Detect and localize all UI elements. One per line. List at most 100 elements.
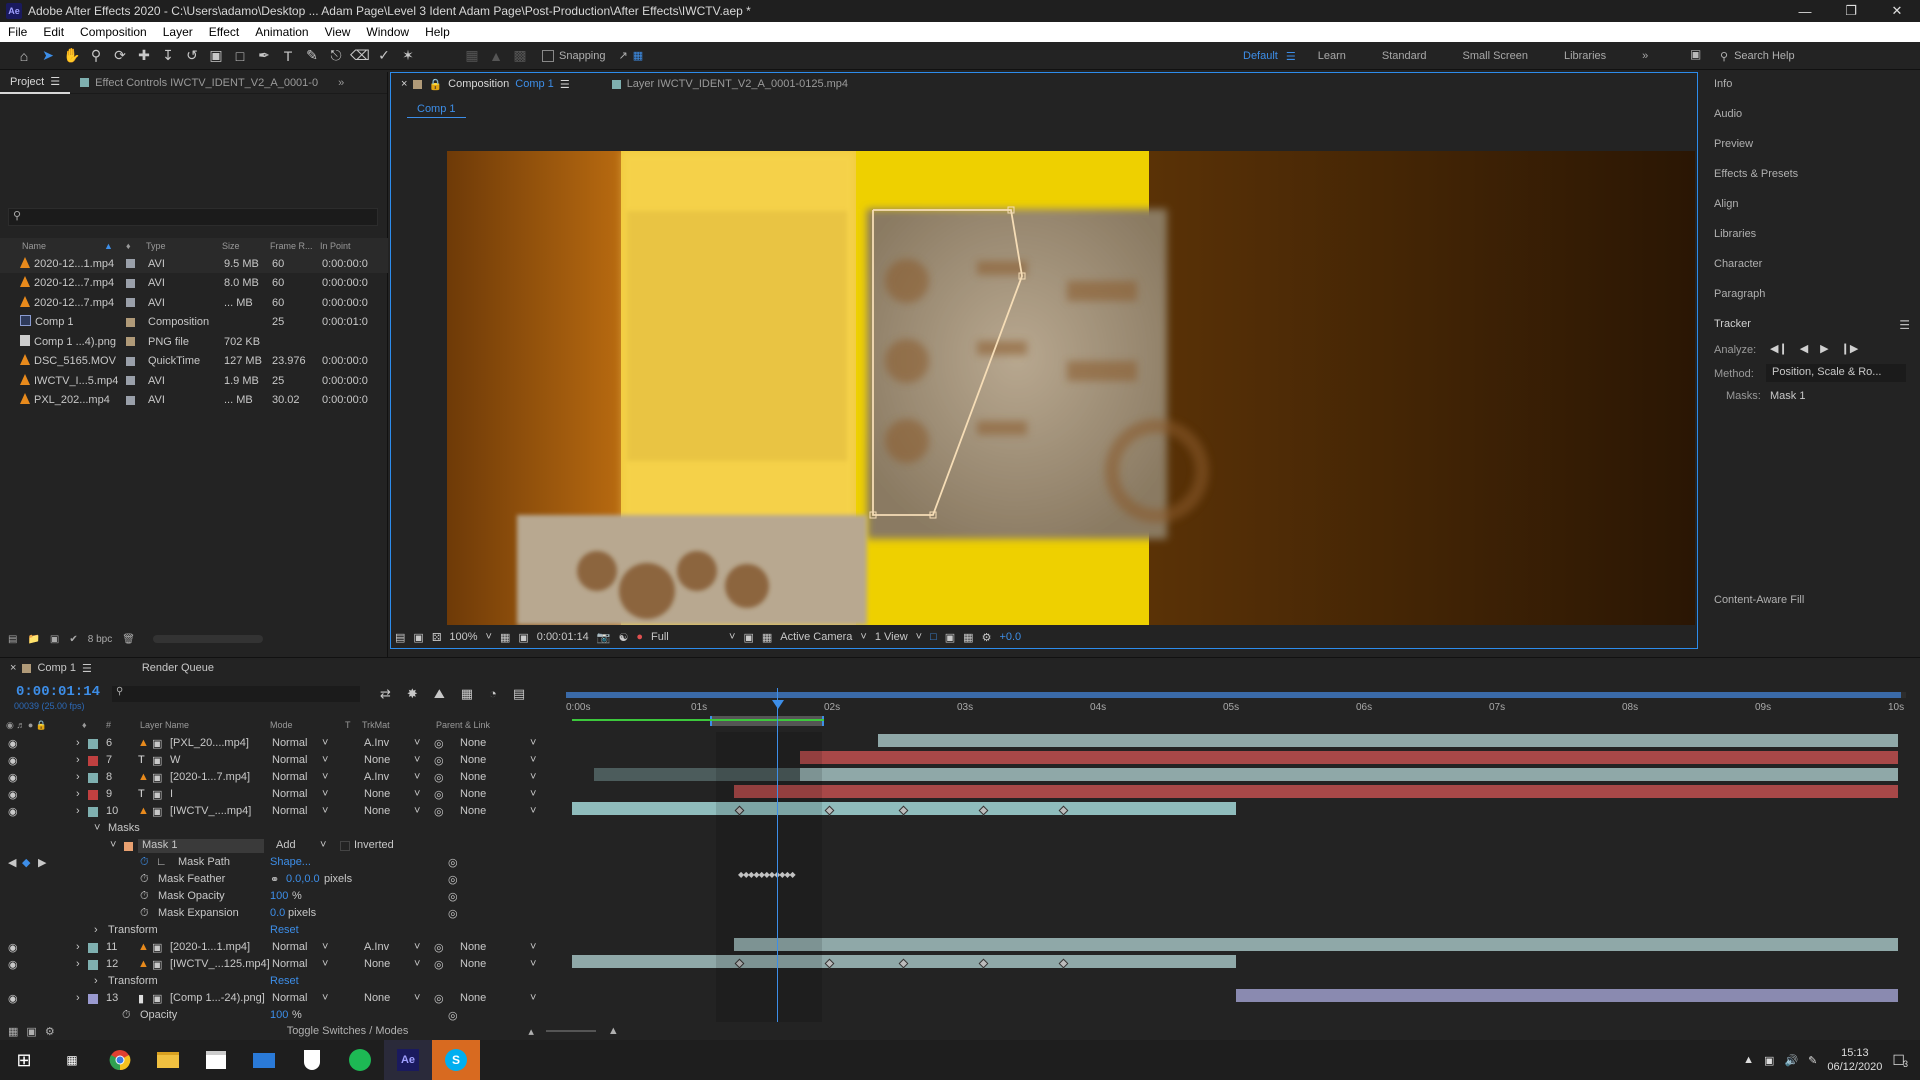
layer-row[interactable]: ◉ › 11 ▲ ▣ [2020-1...1.mp4] Normal ˅ A.Inv ˅ ◎ None…: [0, 940, 565, 957]
current-time-display[interactable]: 0:00:01:14: [537, 631, 589, 643]
parent-dropdown[interactable]: None: [460, 941, 486, 953]
chevron-right-icon[interactable]: ›: [76, 771, 80, 783]
layer-bar-9[interactable]: [734, 785, 1898, 798]
masks-value[interactable]: Mask 1: [1770, 390, 1805, 402]
pick-whip-icon[interactable]: ◎: [448, 907, 458, 920]
mask-path-row[interactable]: ◀ ◆ ▶ ⏱ ∟ Mask Path Shape... ◎: [0, 855, 565, 872]
zoom-in-icon[interactable]: ▲: [608, 1025, 619, 1037]
content-aware-fill-panel[interactable]: Content-Aware Fill: [1714, 594, 1804, 606]
panel-menu-icon[interactable]: ☰: [1899, 318, 1910, 332]
frame-blend-icon[interactable]: ▣: [152, 771, 162, 784]
frame-blend-icon[interactable]: ▣: [152, 788, 162, 801]
transparency-grid-icon[interactable]: ▣: [518, 631, 528, 644]
camera-dropdown[interactable]: Active Camera: [780, 631, 852, 643]
pick-whip-icon[interactable]: ◎: [434, 992, 444, 1005]
tab-project[interactable]: Project ☰: [0, 72, 71, 94]
region-of-interest-icon[interactable]: ▦: [500, 631, 510, 644]
tab-effect-controls[interactable]: Effect Controls IWCTV_IDENT_V2_A_0001-0: [70, 72, 328, 94]
spotify-icon[interactable]: [336, 1040, 384, 1080]
chevron-down-icon[interactable]: ˅: [414, 992, 420, 1004]
workspace-standard[interactable]: Standard: [1364, 50, 1445, 62]
layer-bar-13[interactable]: [1236, 989, 1898, 1002]
chevron-down-icon[interactable]: ˅: [530, 737, 536, 749]
more-workspaces-icon[interactable]: »: [1624, 50, 1666, 62]
eye-visibility-icon[interactable]: ◉: [8, 941, 18, 954]
shy-layers-icon[interactable]: ⛰: [434, 686, 445, 702]
project-item-row[interactable]: PXL_202...mp4 AVI ... MB 30.02 0:00:00:0: [0, 391, 388, 410]
clone-stamp-icon[interactable]: ⎋: [324, 45, 348, 67]
mask-path-value[interactable]: Shape...: [270, 856, 311, 868]
mask-mode-dropdown[interactable]: Add: [276, 839, 296, 851]
previous-keyframe-icon[interactable]: ◀: [8, 856, 16, 869]
pick-whip-icon[interactable]: ◎: [434, 958, 444, 971]
mail-icon[interactable]: [240, 1040, 288, 1080]
chevron-right-icon[interactable]: ›: [76, 992, 80, 1004]
layer-mode-dropdown[interactable]: Normal: [272, 737, 307, 749]
menu-effect[interactable]: Effect: [201, 25, 247, 39]
project-item-row[interactable]: 2020-12...7.mp4 AVI ... MB 60 0:00:00:0: [0, 293, 388, 312]
delete-icon[interactable]: 🗑: [122, 634, 135, 645]
trkmat-dropdown[interactable]: None: [364, 754, 390, 766]
frame-blend-icon[interactable]: ▣: [152, 805, 162, 818]
snapping-checkbox[interactable]: [542, 49, 554, 62]
chevron-down-icon[interactable]: ˅: [322, 737, 328, 749]
chevron-down-icon[interactable]: ˅: [530, 958, 536, 970]
minimize-button[interactable]: —: [1782, 0, 1828, 22]
menu-animation[interactable]: Animation: [247, 25, 316, 39]
trkmat-dropdown[interactable]: A.Inv: [364, 737, 389, 749]
orbit-camera-icon[interactable]: ⟳: [108, 45, 132, 67]
brush-tool-icon[interactable]: ✎: [300, 45, 324, 67]
menu-help[interactable]: Help: [417, 25, 458, 39]
skype-icon[interactable]: S: [432, 1040, 480, 1080]
store-icon[interactable]: [192, 1040, 240, 1080]
trkmat-dropdown[interactable]: A.Inv: [364, 771, 389, 783]
panel-menu-icon[interactable]: ☰: [560, 78, 570, 91]
workspace-learn[interactable]: Learn: [1300, 50, 1364, 62]
frame-blend-icon[interactable]: ▣: [152, 737, 162, 750]
home-icon[interactable]: ⌂: [12, 45, 36, 67]
time-ruler[interactable]: 0:00s 01s 02s 03s 04s 05s 06s 07s 08s 09s 10s: [566, 692, 1906, 726]
parent-dropdown[interactable]: None: [460, 788, 486, 800]
layer-label-swatch[interactable]: [88, 756, 98, 766]
playhead-line[interactable]: [777, 688, 778, 1022]
windows-start-icon[interactable]: ⊞: [0, 1040, 48, 1080]
layer-mode-dropdown[interactable]: Normal: [272, 992, 307, 1004]
tab-render-queue[interactable]: Render Queue: [132, 662, 224, 674]
tab-layer[interactable]: Layer IWCTV_IDENT_V2_A_0001-0125.mp4: [602, 78, 858, 90]
composition-viewer[interactable]: [447, 151, 1695, 625]
close-tab-icon[interactable]: ×: [401, 78, 407, 90]
hand-tool-icon[interactable]: ✋: [60, 45, 84, 67]
masks-group-row[interactable]: ˅ Masks: [0, 821, 565, 838]
layer-label-swatch[interactable]: [88, 807, 98, 817]
layer-bar-7[interactable]: [800, 751, 1898, 764]
snapshot-icon[interactable]: 📷: [597, 631, 611, 644]
label-column-icon[interactable]: ♦: [126, 241, 131, 251]
transform-row[interactable]: › Transform Reset: [0, 974, 565, 991]
flowchart-icon[interactable]: ▣: [945, 631, 955, 644]
label-color-swatch[interactable]: [126, 259, 135, 268]
stopwatch-icon[interactable]: ⏱: [140, 873, 149, 886]
chevron-down-icon[interactable]: ˅: [729, 631, 735, 643]
paragraph-panel[interactable]: Paragraph: [1714, 288, 1765, 300]
after-effects-taskbar-icon[interactable]: Ae: [384, 1040, 432, 1080]
parent-dropdown[interactable]: None: [460, 958, 486, 970]
close-button[interactable]: ✕: [1874, 0, 1920, 22]
trkmat-dropdown[interactable]: None: [364, 805, 390, 817]
preview-range-bar[interactable]: [710, 716, 824, 726]
mask-expansion-row[interactable]: ⏱ Mask Expansion 0.0 pixels ◎: [0, 906, 565, 923]
chevron-down-icon[interactable]: ˅: [530, 771, 536, 783]
layer-name[interactable]: [IWCTV_....mp4]: [170, 805, 251, 817]
world-axis-icon[interactable]: ▲: [484, 45, 508, 67]
timeline-current-time[interactable]: 0:00:01:14: [16, 684, 100, 700]
chevron-down-icon[interactable]: ˅: [414, 788, 420, 800]
toggle-mask-icon[interactable]: ▣: [413, 631, 423, 644]
label-color-swatch[interactable]: [126, 317, 135, 327]
layer-bar-8[interactable]: [800, 768, 1898, 781]
project-item-row[interactable]: DSC_5165.MOV QuickTime 127 MB 23.976 0:00:00…: [0, 352, 388, 371]
parent-dropdown[interactable]: None: [460, 737, 486, 749]
layer-name[interactable]: [Comp 1...-24).png]: [170, 992, 265, 1004]
align-panel[interactable]: Align: [1714, 198, 1738, 210]
toggle-pixel-aspect-icon[interactable]: ▦: [762, 631, 772, 644]
local-axis-icon[interactable]: ▦: [460, 45, 484, 67]
transform-row[interactable]: › Transform Reset: [0, 923, 565, 940]
